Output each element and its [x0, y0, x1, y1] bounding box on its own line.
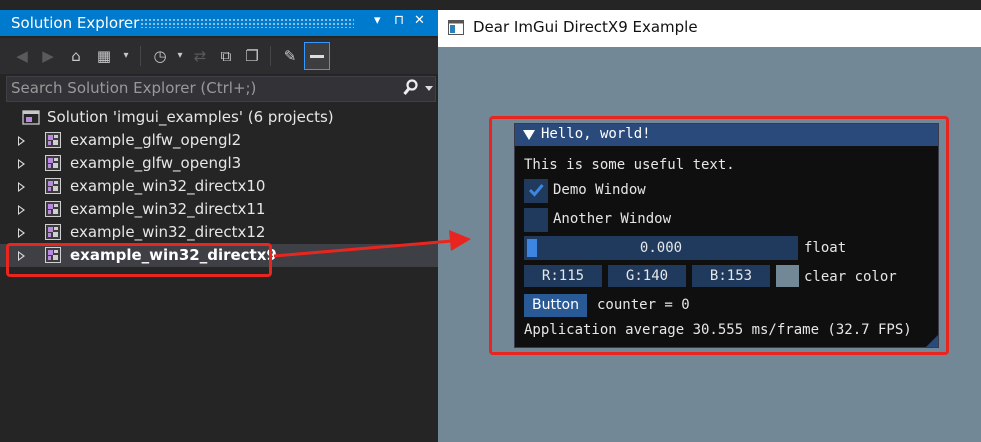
search-input[interactable]: [11, 79, 391, 97]
project-node[interactable]: example_glfw_opengl3: [0, 152, 438, 175]
properties-wrench-icon[interactable]: ✎: [280, 46, 300, 66]
panel-title: Solution Explorer: [11, 14, 140, 32]
collapse-all-icon[interactable]: ⧉: [216, 46, 236, 66]
close-icon[interactable]: ✕: [414, 13, 425, 28]
cpp-project-icon: [45, 201, 61, 217]
toolbar-separator: [140, 46, 141, 66]
forward-icon[interactable]: ▶: [38, 46, 58, 66]
cpp-project-icon: [45, 224, 61, 240]
cpp-project-icon: [45, 155, 61, 171]
filter-dropdown-icon[interactable]: ▾: [170, 46, 190, 66]
pending-changes-filter-icon[interactable]: ◷: [150, 46, 170, 66]
solution-explorer-titlebar[interactable]: Solution Explorer ▾ ⊓ ✕: [0, 10, 438, 36]
project-label: example_win32_directx10: [70, 177, 266, 195]
sync-icon[interactable]: ⇄: [190, 46, 210, 66]
solution-explorer-search: [6, 76, 436, 102]
project-label: example_glfw_opengl2: [70, 131, 242, 149]
annotation-highlight-imgui-window: [489, 116, 949, 355]
dropdown-icon[interactable]: ▾: [374, 13, 381, 28]
solution-icon: [22, 110, 40, 125]
switch-views-icon[interactable]: ▦: [94, 46, 114, 66]
solution-node[interactable]: Solution 'imgui_examples' (6 projects): [0, 106, 438, 129]
project-node[interactable]: example_win32_directx10: [0, 175, 438, 198]
expand-arrow-icon[interactable]: [18, 182, 25, 192]
solution-label: Solution 'imgui_examples' (6 projects): [47, 108, 334, 126]
app-window-icon: [448, 20, 464, 35]
search-icon[interactable]: [403, 79, 419, 97]
expand-arrow-icon[interactable]: [18, 136, 25, 146]
solution-explorer-panel: Solution Explorer ▾ ⊓ ✕ ◀ ▶ ⌂ ▦ ▾ ◷ ▾ ⇄ …: [0, 0, 438, 442]
project-node[interactable]: example_win32_directx11: [0, 198, 438, 221]
show-all-files-icon[interactable]: ❐: [242, 46, 262, 66]
pin-icon[interactable]: ⊓: [394, 13, 404, 28]
project-label: example_win32_directx11: [70, 200, 266, 218]
preview-selected-items-icon[interactable]: [304, 42, 330, 70]
project-label: example_glfw_opengl3: [70, 154, 242, 172]
annotation-highlight-project: [6, 243, 272, 277]
cpp-project-icon: [45, 178, 61, 194]
project-node[interactable]: example_glfw_opengl2: [0, 129, 438, 152]
expand-arrow-icon[interactable]: [18, 159, 25, 169]
app-titlebar[interactable]: Dear ImGui DirectX9 Example: [438, 10, 981, 47]
expand-arrow-icon[interactable]: [18, 205, 25, 215]
switch-views-dropdown-icon[interactable]: ▾: [116, 46, 136, 66]
cpp-project-icon: [45, 132, 61, 148]
project-label: example_win32_directx12: [70, 223, 266, 241]
expand-arrow-icon[interactable]: [18, 228, 25, 238]
home-icon[interactable]: ⌂: [66, 46, 86, 66]
titlebar-grip: [140, 18, 354, 28]
search-options-dropdown-icon[interactable]: [425, 86, 433, 91]
app-window-title: Dear ImGui DirectX9 Example: [473, 18, 698, 36]
project-node[interactable]: example_win32_directx12: [0, 221, 438, 244]
toolbar-separator: [270, 46, 271, 66]
back-icon[interactable]: ◀: [12, 46, 32, 66]
solution-explorer-toolbar: ◀ ▶ ⌂ ▦ ▾ ◷ ▾ ⇄ ⧉ ❐ ✎: [0, 38, 438, 74]
